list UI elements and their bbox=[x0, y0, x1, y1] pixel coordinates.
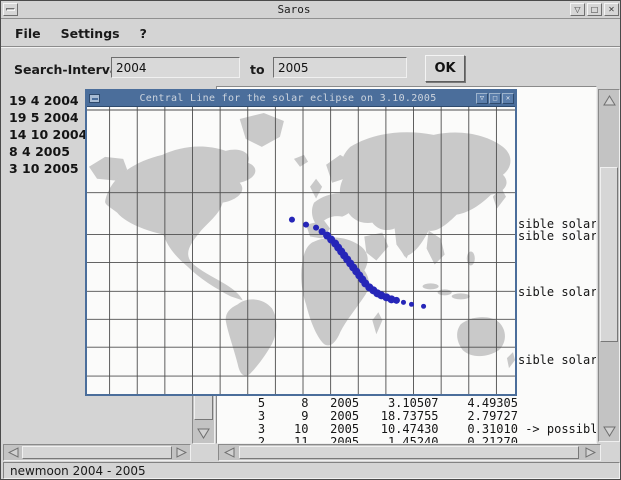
scrollbar-thumb[interactable] bbox=[600, 167, 618, 342]
landmass-arabia bbox=[364, 232, 389, 261]
results-row: 3 10 2005 10.47430 0.31010 -> possible s… bbox=[257, 422, 597, 436]
ok-button[interactable]: OK bbox=[425, 55, 465, 82]
results-vertical-scrollbar[interactable] bbox=[598, 89, 620, 442]
menubar: File Settings ? bbox=[1, 20, 620, 46]
landmass-britain bbox=[310, 178, 323, 199]
maximize-icon: □ bbox=[492, 94, 498, 102]
search-from-input[interactable] bbox=[111, 57, 240, 78]
landmass-greenland bbox=[239, 112, 284, 147]
triangle-right-icon bbox=[176, 447, 187, 458]
results-row: 5 8 2005 3.10507 4.49305 bbox=[229, 396, 518, 410]
map-canvas[interactable] bbox=[87, 106, 515, 394]
map-window-title: Central Line for the solar eclipse on 3.… bbox=[139, 93, 437, 104]
map-maximize-button[interactable]: □ bbox=[489, 93, 501, 104]
map-titlebar[interactable]: Central Line for the solar eclipse on 3.… bbox=[87, 91, 515, 106]
shade-icon: ▽ bbox=[479, 94, 485, 102]
window-menu-button[interactable] bbox=[3, 3, 18, 16]
status-text: newmoon 2004 - 2005 bbox=[10, 463, 146, 478]
scroll-left-button[interactable] bbox=[5, 446, 21, 459]
scroll-up-button[interactable] bbox=[600, 91, 618, 109]
ok-button-label: OK bbox=[434, 61, 456, 76]
scroll-right-button[interactable] bbox=[173, 446, 189, 459]
shade-button[interactable]: ▽ bbox=[570, 3, 585, 16]
map-shade-button[interactable]: ▽ bbox=[476, 93, 488, 104]
window-title: Saros bbox=[277, 3, 311, 16]
close-icon: ✕ bbox=[505, 94, 511, 102]
scroll-right-button[interactable] bbox=[581, 446, 600, 459]
close-icon: ✕ bbox=[608, 4, 615, 14]
results-row: 2 11 2005 1.45240 0.21270 bbox=[229, 435, 518, 444]
window-menu-icon bbox=[6, 8, 15, 11]
window-controls: ▽ □ ✕ bbox=[569, 3, 620, 16]
landmass-iceland bbox=[293, 154, 309, 167]
results-line-fragment: sible solar e bbox=[518, 285, 597, 299]
menu-help[interactable]: ? bbox=[130, 22, 157, 45]
landmass-north-america bbox=[105, 146, 256, 301]
landmass-se-asia bbox=[426, 230, 445, 265]
main-titlebar[interactable]: Saros ▽ □ ✕ bbox=[1, 1, 620, 19]
results-horizontal-scrollbar[interactable] bbox=[218, 444, 601, 461]
map-window: Central Line for the solar eclipse on 3.… bbox=[85, 89, 517, 396]
world-map bbox=[87, 107, 515, 394]
menu-file[interactable]: File bbox=[5, 22, 51, 45]
map-close-button[interactable]: ✕ bbox=[502, 93, 514, 104]
saros-app-window: Saros ▽ □ ✕ File Settings ? Search-Inter… bbox=[0, 0, 621, 480]
landmass-south-america bbox=[225, 299, 277, 376]
results-line-fragment: sible solar e bbox=[518, 229, 597, 243]
menubar-divider bbox=[1, 46, 620, 48]
scroll-left-button[interactable] bbox=[220, 446, 238, 459]
triangle-left-icon bbox=[7, 447, 18, 458]
triangle-down-icon bbox=[602, 426, 616, 437]
triangle-right-icon bbox=[585, 447, 596, 458]
landmass-australia bbox=[457, 317, 505, 357]
map-window-menu-icon bbox=[91, 97, 98, 100]
list-horizontal-scrollbar[interactable] bbox=[3, 444, 191, 461]
scroll-down-button[interactable] bbox=[194, 424, 213, 443]
landmass-philippines bbox=[466, 251, 475, 266]
scrollbar-thumb[interactable] bbox=[239, 446, 579, 459]
scroll-down-button[interactable] bbox=[600, 422, 618, 441]
landmass-indonesia bbox=[422, 283, 439, 290]
triangle-down-icon bbox=[197, 428, 210, 439]
map-window-menu-button[interactable] bbox=[89, 94, 100, 103]
results-row: 3 9 2005 18.73755 2.79727 bbox=[229, 409, 518, 423]
continents-layer bbox=[89, 112, 515, 376]
menu-settings[interactable]: Settings bbox=[51, 22, 130, 45]
search-to-input[interactable] bbox=[273, 57, 407, 78]
landmass-indonesia bbox=[437, 289, 452, 296]
maximize-icon: □ bbox=[590, 4, 599, 14]
status-bar: newmoon 2004 - 2005 bbox=[3, 462, 620, 479]
landmass-new-zealand bbox=[506, 352, 515, 369]
triangle-left-icon bbox=[223, 447, 234, 458]
results-line-fragment: sible solar e bbox=[518, 353, 597, 367]
maximize-button[interactable]: □ bbox=[587, 3, 602, 16]
landmass-indonesia bbox=[451, 293, 470, 300]
landmass-madagascar bbox=[372, 312, 383, 335]
triangle-up-icon bbox=[602, 94, 616, 105]
scrollbar-thumb[interactable] bbox=[22, 446, 172, 459]
search-to-label: to bbox=[250, 62, 265, 77]
shade-icon: ▽ bbox=[574, 4, 581, 14]
close-button[interactable]: ✕ bbox=[604, 3, 619, 16]
